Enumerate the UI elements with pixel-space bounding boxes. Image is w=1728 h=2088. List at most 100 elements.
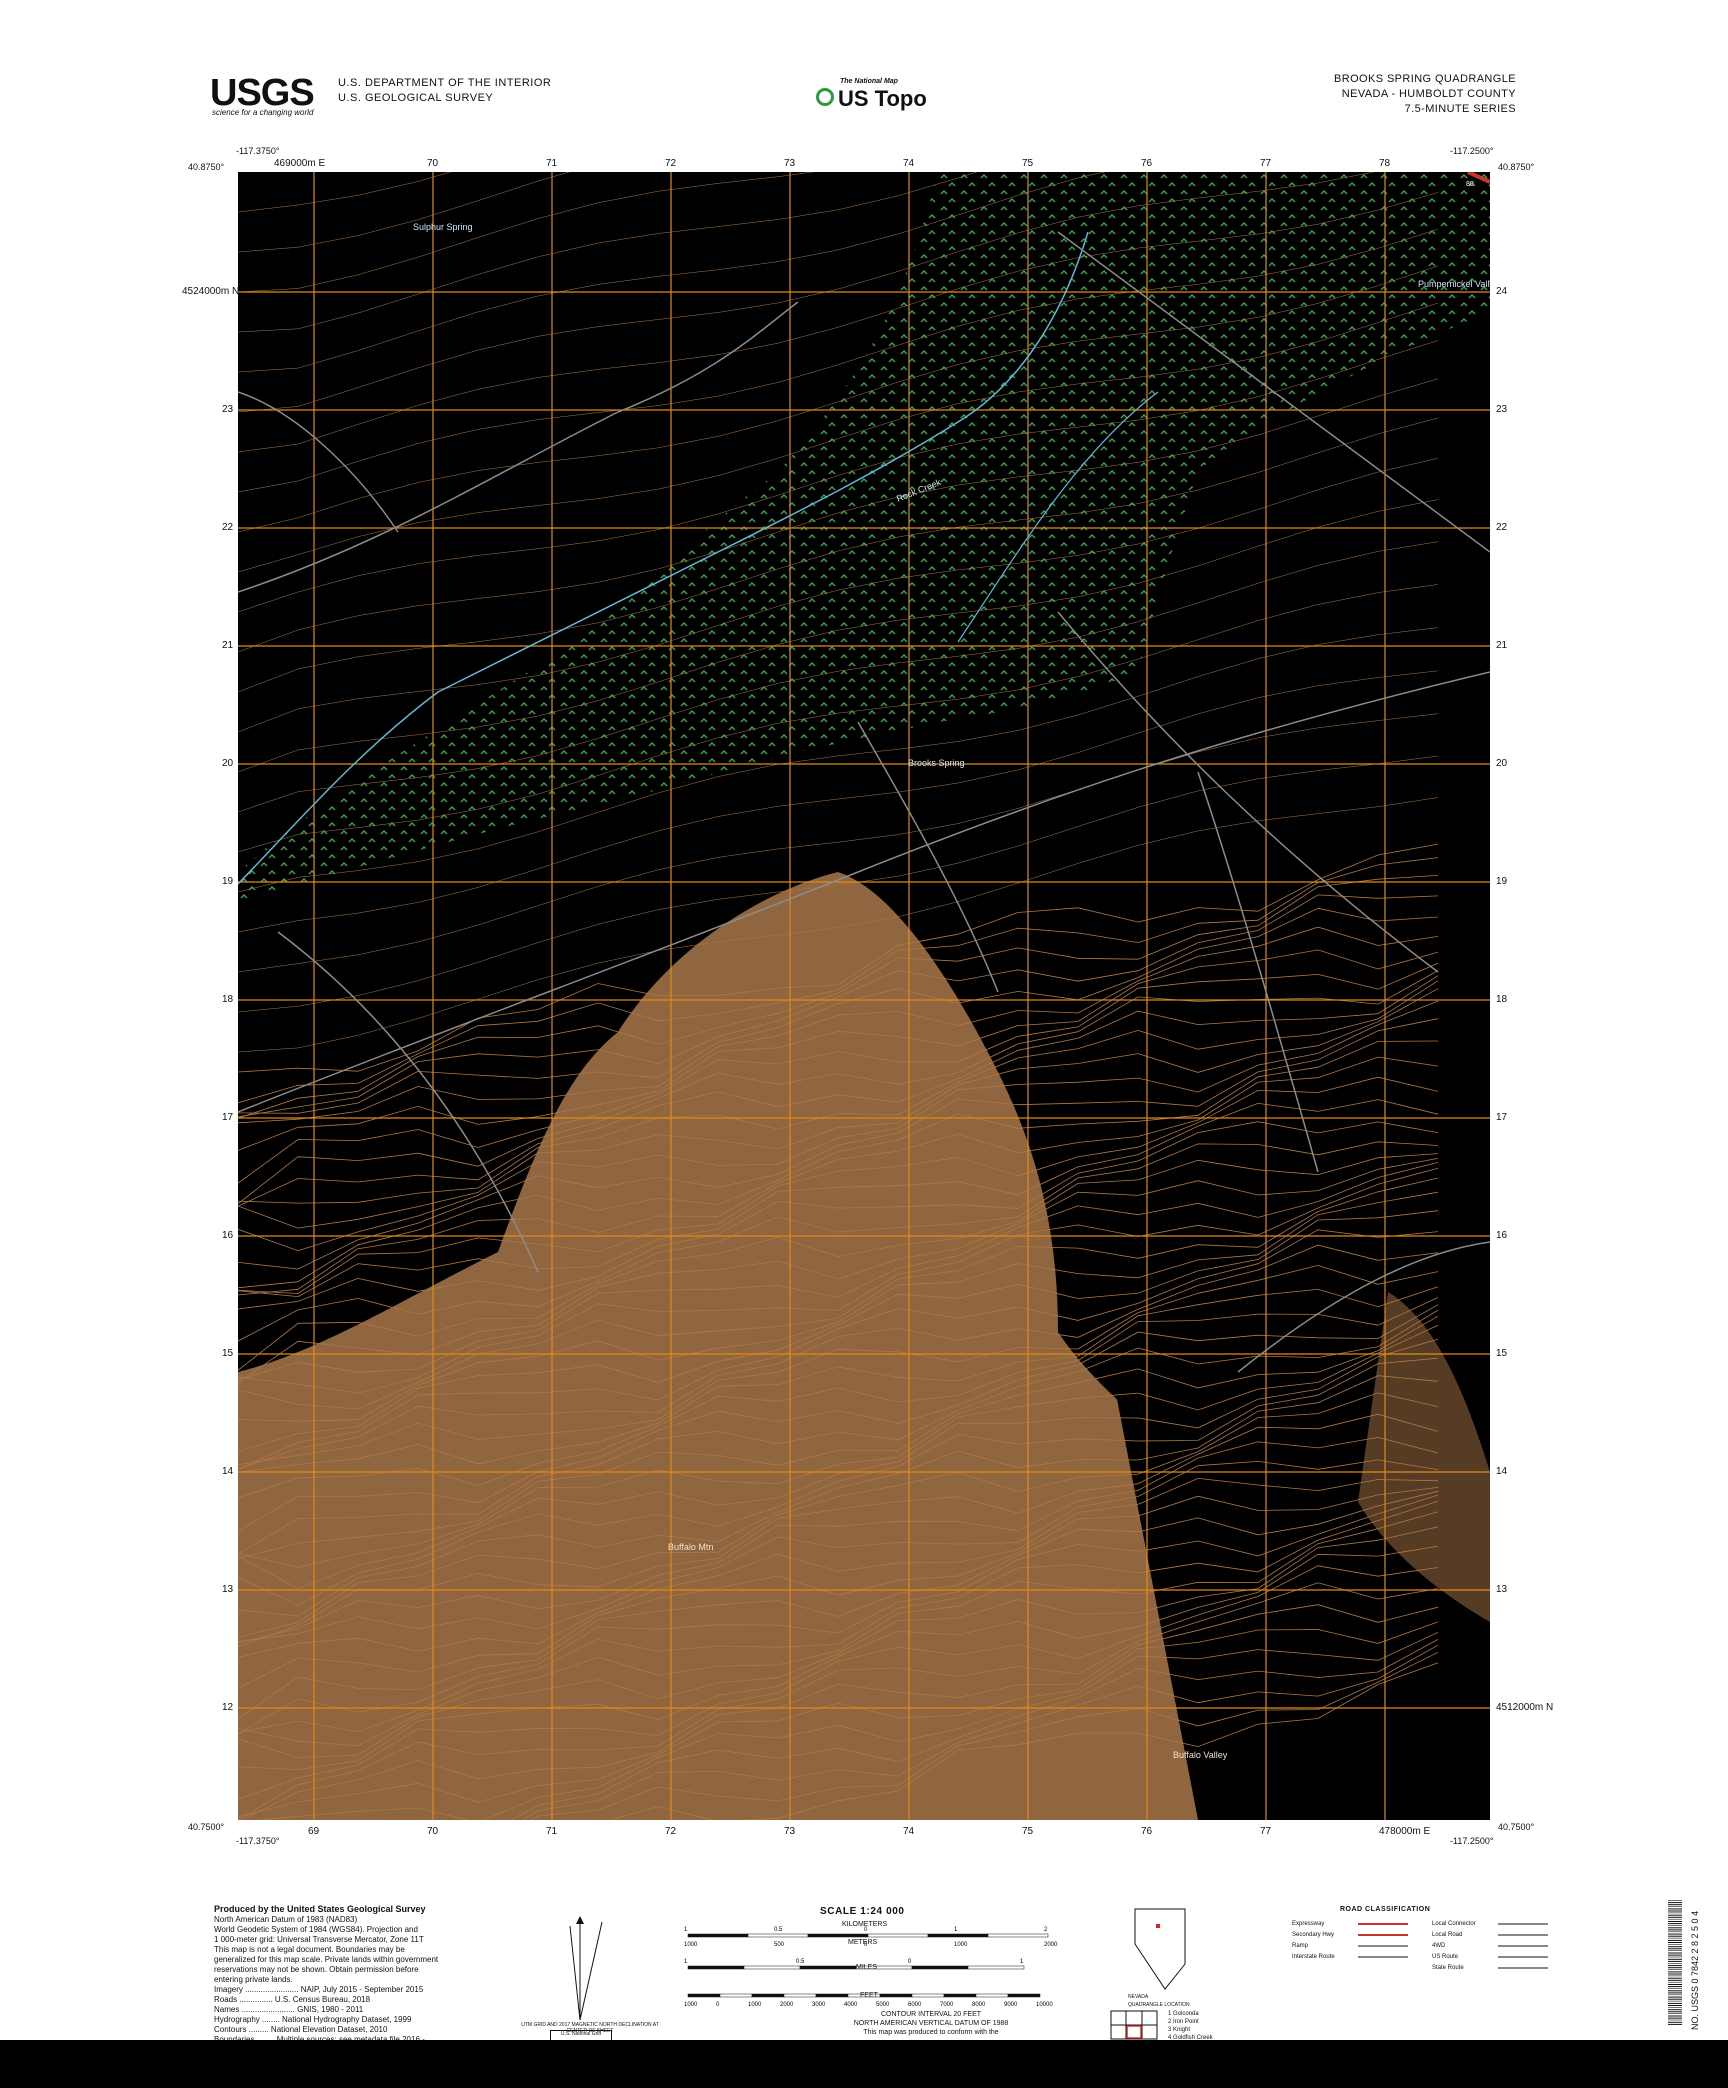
scale-ft-seg-2	[751, 1993, 785, 1998]
scale-ft-tick-1: 0	[716, 2002, 720, 2008]
barcode-bar-31	[1668, 1965, 1682, 1967]
scale-ft-seg-7	[911, 1993, 945, 1998]
right-tick-7: 17	[1496, 1112, 1508, 1123]
right-tick-11: 13	[1496, 1584, 1508, 1595]
barcode-bar-40	[1668, 1984, 1682, 1985]
road-left-symbol-1	[1358, 1933, 1408, 1936]
scale-km-tick-3: 1	[954, 1927, 958, 1933]
barcode-bar-57	[1668, 2019, 1682, 2021]
left-tick-10: 14	[222, 1466, 234, 1477]
bottom-tick-5: 74	[903, 1826, 915, 1837]
barcode-bar-21	[1668, 1944, 1682, 1945]
bottom-tick-2: 71	[546, 1826, 558, 1837]
top-tick-0: 469000m E	[274, 158, 326, 169]
road-right-symbol-2	[1498, 1944, 1548, 1947]
declination-svg	[569, 1916, 603, 2021]
top-tick-4: 73	[784, 158, 796, 169]
bottom-tick-3: 72	[665, 1826, 677, 1837]
corner-bottom-right-lon: -117.2500°	[1450, 1836, 1494, 1846]
barcode-bar-58	[1668, 2021, 1682, 2023]
produced-line-8: Roads ............... U.S. Census Bureau…	[214, 1995, 371, 2004]
barcode-bar-32	[1668, 1967, 1682, 1969]
right-tick-5: 19	[1496, 876, 1508, 887]
barcode-bar-17	[1668, 1935, 1682, 1937]
road-right-symbol-1	[1498, 1933, 1548, 1936]
label-pumpernickel-valley: Pumpernickel Valley	[1418, 279, 1490, 289]
quad-state: NEVADA - HUMBOLDT COUNTY	[1341, 88, 1516, 100]
road-left-label-2: Ramp	[1292, 1942, 1309, 1949]
scale-ft-seg-1	[719, 1993, 753, 1998]
scale-mi-seg-2	[799, 1965, 857, 1970]
barcode-bar-8	[1668, 1916, 1682, 1918]
corner-bottom-right-lat: 40.7500°	[1498, 1822, 1535, 1832]
barcode-bar-55	[1668, 2015, 1682, 2017]
produced-line-0: North American Datum of 1983 (NAD83)	[214, 1915, 358, 1924]
topographic-map[interactable]: Sulphur Spring Pumpernickel Valley Rock …	[238, 172, 1490, 1820]
barcode-bar-59	[1668, 2023, 1682, 2025]
scale-ft-seg-6	[879, 1993, 913, 1998]
bottom-tick-1: 70	[427, 1826, 439, 1837]
scale-km-label: KILOMETERS	[842, 1921, 888, 1928]
scale-mi-seg-5	[967, 1965, 1025, 1970]
scale-bars-svg: 1 0.5 0 1 2 1000 500 0 1000 2000 1 0.5 0 1 1000 0 1000 20…	[684, 1927, 1058, 2008]
nevada-locator	[1130, 1904, 1190, 1994]
label-sulphur-spring: Sulphur Spring	[413, 222, 473, 232]
barcode-bar-36	[1668, 1975, 1682, 1977]
scale-m-tick-3: 1000	[954, 1942, 968, 1948]
label-buffalo-mtn: Buffalo Mtn	[668, 1542, 713, 1552]
barcode-bar-24	[1668, 1950, 1682, 1951]
barcode-bar-34	[1668, 1971, 1682, 1973]
bottom-tick-6: 75	[1022, 1826, 1034, 1837]
produced-line-7: Imagery ........................ NAIP, J…	[214, 1985, 424, 1994]
barcode-bar-49	[1668, 2002, 1682, 2004]
barcode-bar-3	[1668, 1906, 1682, 1907]
road-right-symbol-4	[1498, 1966, 1548, 1969]
road-right-row-2: 4WD	[1432, 1940, 1548, 1951]
scale-km-seg-1	[747, 1933, 809, 1938]
quad-location-label: QUADRANGLE LOCATION	[1128, 2002, 1190, 2008]
label-route-80: 80	[1466, 181, 1474, 188]
road-classification-title: ROAD CLASSIFICATION	[1340, 1906, 1431, 1913]
bottom-tick-7: 76	[1141, 1826, 1153, 1837]
quad-location-marker	[1156, 1924, 1160, 1928]
barcode-bar-9	[1668, 1918, 1682, 1920]
produced-line-3: This map is not a legal document. Bounda…	[214, 1945, 405, 1954]
quad-series: 7.5-MINUTE SERIES	[1404, 103, 1516, 115]
scale-m-tick-4: 2000	[1044, 1942, 1058, 1948]
scale-km-seg-3	[867, 1933, 929, 1938]
scale-ft-tick-9: 8000	[972, 2002, 986, 2008]
right-tick-4: 20	[1496, 758, 1508, 769]
road-right-label-3: US Route	[1432, 1953, 1459, 1960]
barcode-svg	[1668, 1900, 1682, 2025]
road-right-row-3: US Route	[1432, 1951, 1548, 1962]
barcode-bar-44	[1668, 1992, 1682, 1994]
adjoining-quad-0: 1 Golconda	[1168, 2011, 1199, 2017]
barcode-bar-46	[1668, 1996, 1682, 1998]
scale-mi-tick-3: 1	[1020, 1959, 1024, 1965]
produced-line-5: reservations may not be shown. Obtain pe…	[214, 1965, 419, 1974]
barcode-bar-18	[1668, 1937, 1682, 1939]
top-tick-6: 75	[1022, 158, 1034, 169]
left-tick-7: 17	[222, 1112, 234, 1123]
nevada-state-label: NEVADA	[1128, 1994, 1149, 2000]
scale-ft-tick-4: 3000	[812, 2002, 826, 2008]
barcode-bar-20	[1668, 1942, 1682, 1943]
barcode-bar-25	[1668, 1952, 1682, 1954]
road-left-row-3: Interstate Route	[1292, 1951, 1408, 1962]
adjoining-quad-2: 3 Knight	[1168, 2027, 1191, 2033]
road-left-symbol-0	[1358, 1922, 1408, 1925]
right-tick-6: 18	[1496, 994, 1508, 1005]
scale-title: SCALE 1:24 000	[820, 1906, 905, 1917]
left-tick-4: 20	[222, 758, 234, 769]
barcode-bar-51	[1668, 2007, 1682, 2008]
scale-ft-tick-2: 1000	[748, 2002, 762, 2008]
roads-right-list: Local Connector Local Road 4WD US Route Stat…	[1432, 1918, 1548, 1973]
barcode-bar-47	[1668, 1998, 1682, 2000]
us-topo-icon	[816, 88, 834, 106]
scale-m-tick-1: 500	[774, 1942, 785, 1948]
quad-name: BROOKS SPRING QUADRANGLE	[1334, 73, 1516, 85]
barcode-bar-29	[1668, 1960, 1682, 1962]
barcode-bar-16	[1668, 1933, 1682, 1935]
scale-ft-seg-9	[975, 1993, 1009, 1998]
barcode-bar-39	[1668, 1981, 1682, 1983]
